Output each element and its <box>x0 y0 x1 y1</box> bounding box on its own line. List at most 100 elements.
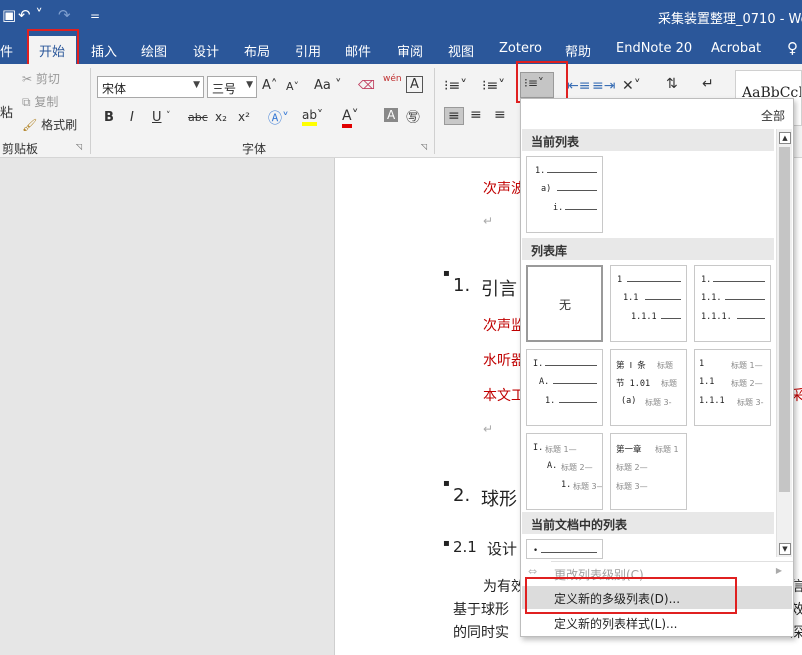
list-thumb-roman[interactable]: I. A. 1. <box>526 349 603 426</box>
list-thumb-numeric-dot[interactable]: 1. 1.1. 1.1.1. <box>694 265 771 342</box>
change-case-button[interactable]: Aa ˅ <box>314 78 342 93</box>
heading-21-number: 2.1 <box>453 538 477 556</box>
cut-button[interactable]: ✂ 剪切 <box>22 70 60 87</box>
scroll-up-arrow[interactable]: ▲ <box>779 132 791 144</box>
show-marks-icon[interactable]: ↵ <box>702 76 714 92</box>
tab-draw[interactable]: 绘图 <box>141 41 167 60</box>
font-name-combo[interactable]: 宋体 ▼ <box>97 76 204 98</box>
bullets-icon[interactable]: ⁝≡˅ <box>444 78 467 94</box>
tab-insert[interactable]: 插入 <box>91 41 117 60</box>
char-shading-icon[interactable]: A <box>384 108 399 122</box>
level-line <box>565 209 597 210</box>
redo-button[interactable]: ↷ <box>58 6 71 24</box>
tab-endnote[interactable]: EndNote 20 <box>616 41 692 56</box>
define-new-list-style-label: 定义新的列表样式(L)... <box>554 617 678 631</box>
enclose-char-icon[interactable]: ㊢ <box>406 107 420 127</box>
tab-references[interactable]: 引用 <box>295 41 321 60</box>
chevron-right-icon: ▶ <box>775 566 782 575</box>
clear-format-icon[interactable]: ⌫ <box>358 78 375 92</box>
format-painter-button[interactable]: 🖌 格式刷 <box>22 116 77 133</box>
subscript-button[interactable]: x₂ <box>215 110 227 124</box>
chevron-down-icon[interactable]: ˅ <box>166 111 171 121</box>
tab-help[interactable]: 帮助 <box>565 41 591 60</box>
tab-zotero[interactable]: Zotero <box>499 41 542 56</box>
customize-toolbar-button[interactable]: = <box>90 9 100 23</box>
align-left-button[interactable]: ≡ <box>444 107 464 125</box>
level-label: (a) <box>621 396 637 406</box>
level-label: 1.1 <box>623 293 639 303</box>
doc-line: 的同时实 <box>453 625 509 641</box>
decrease-indent-icon[interactable]: ⇤≡ <box>567 78 590 94</box>
level-suffix: 标题 1— <box>731 361 763 370</box>
level-line <box>547 172 597 173</box>
list-thumb-heading-roman[interactable]: I. 标题 1— A. 标题 2— 1. 标题 3— <box>526 433 603 510</box>
level-suffix: 标题 <box>661 379 677 388</box>
list-thumb-heading-numeric[interactable]: 1 标题 1— 1.1 标题 2— 1.1.1 标题 3- <box>694 349 771 426</box>
increase-indent-icon[interactable]: ≡⇥ <box>592 78 615 94</box>
list-thumb-none[interactable]: 无 <box>526 265 603 342</box>
paragraph-mark: ↵ <box>483 422 494 436</box>
list-library-header: 列表库 <box>522 238 774 260</box>
tab-review[interactable]: 审阅 <box>397 41 423 60</box>
scroll-thumb[interactable] <box>779 147 790 492</box>
level-label: 1.1.1 <box>631 312 657 322</box>
font-launcher-icon[interactable]: ◹ <box>421 142 427 151</box>
char-border-button[interactable]: A <box>406 76 423 93</box>
sort-icon[interactable]: ⇅ <box>666 76 678 92</box>
define-new-list-style-item[interactable]: 定义新的列表样式(L)... <box>522 611 792 634</box>
phonetic-guide-button[interactable]: wén <box>383 74 402 84</box>
tab-acrobat[interactable]: Acrobat <box>711 41 761 56</box>
level-label: 1. <box>561 480 572 490</box>
doc-line: 本文工 <box>483 388 525 404</box>
doc-line: 次声监 <box>483 318 525 334</box>
clipboard-launcher-icon[interactable]: ◹ <box>76 142 82 151</box>
list-thumb-numeric[interactable]: 1 1.1 1.1.1 <box>610 265 687 342</box>
list-thumb-document[interactable]: • <box>526 539 603 559</box>
font-size-combo[interactable]: 三号 ▼ <box>207 76 257 98</box>
underline-button[interactable]: U <box>152 110 162 125</box>
numbering-icon[interactable]: ⁝≡˅ <box>482 78 505 94</box>
level-label: 节 1.01 <box>616 379 651 389</box>
tab-design[interactable]: 设计 <box>193 41 219 60</box>
save-icon[interactable]: ▣ <box>2 6 16 24</box>
italic-button[interactable]: I <box>130 110 134 125</box>
copy-button[interactable]: ⧉ 复制 <box>22 93 58 110</box>
level-line <box>541 552 597 553</box>
level-line <box>559 402 597 403</box>
list-thumb-chapter[interactable]: 第一章 标题 1 标题 2— 标题 3— <box>610 433 687 510</box>
tab-mailings[interactable]: 邮件 <box>345 41 371 60</box>
highlight-color-icon[interactable]: ab˅ <box>302 108 323 126</box>
text-effects-icon[interactable]: Ⓐ˅ <box>268 108 289 128</box>
bold-button[interactable]: B <box>104 110 114 125</box>
lightbulb-icon[interactable]: ♀ <box>787 39 798 57</box>
level-line <box>645 299 681 300</box>
list-thumb-current[interactable]: 1. a) i. <box>526 156 603 233</box>
list-thumb-article-section[interactable]: 第 Ⅰ 条标题 节 1.01 标题 (a) 标题 3- <box>610 349 687 426</box>
tab-layout[interactable]: 布局 <box>244 41 270 60</box>
undo-button[interactable]: ↶ ˅ <box>18 6 43 24</box>
font-color-icon[interactable]: A˅ <box>342 108 359 128</box>
current-list-header: 当前列表 <box>522 129 774 151</box>
level-label: • <box>533 546 539 556</box>
paste-button[interactable]: 粘 <box>0 102 13 121</box>
divider <box>434 68 435 154</box>
level-suffix: 标题 2— <box>561 463 593 472</box>
grow-font-button[interactable]: A˄ <box>262 78 277 93</box>
tab-file[interactable]: 件 <box>0 41 13 60</box>
align-right-button[interactable]: ≡ <box>494 107 506 123</box>
chinese-layout-icon[interactable]: ✕˅ <box>622 78 641 94</box>
shrink-font-button[interactable]: A˅ <box>286 80 299 93</box>
filter-all-label[interactable]: 全部 <box>761 107 785 124</box>
copy-label: 复制 <box>34 95 59 109</box>
level-line <box>713 281 765 282</box>
brush-icon: 🖌 <box>22 118 38 132</box>
tab-view[interactable]: 视图 <box>448 41 474 60</box>
strikethrough-button[interactable]: abc <box>188 111 208 124</box>
superscript-button[interactable]: x² <box>238 110 250 124</box>
dropdown-scrollbar[interactable]: ▲ ▼ <box>776 129 792 557</box>
align-center-button[interactable]: ≡ <box>470 107 482 123</box>
heading-2: 球形 <box>481 489 517 510</box>
scroll-down-arrow[interactable]: ▼ <box>779 543 791 555</box>
multilevel-list-dropdown: 全部 当前列表 1. a) i. 列表库 无 1 1.1 1.1.1 1. 1.… <box>520 98 794 637</box>
format-painter-label: 格式刷 <box>41 118 78 132</box>
